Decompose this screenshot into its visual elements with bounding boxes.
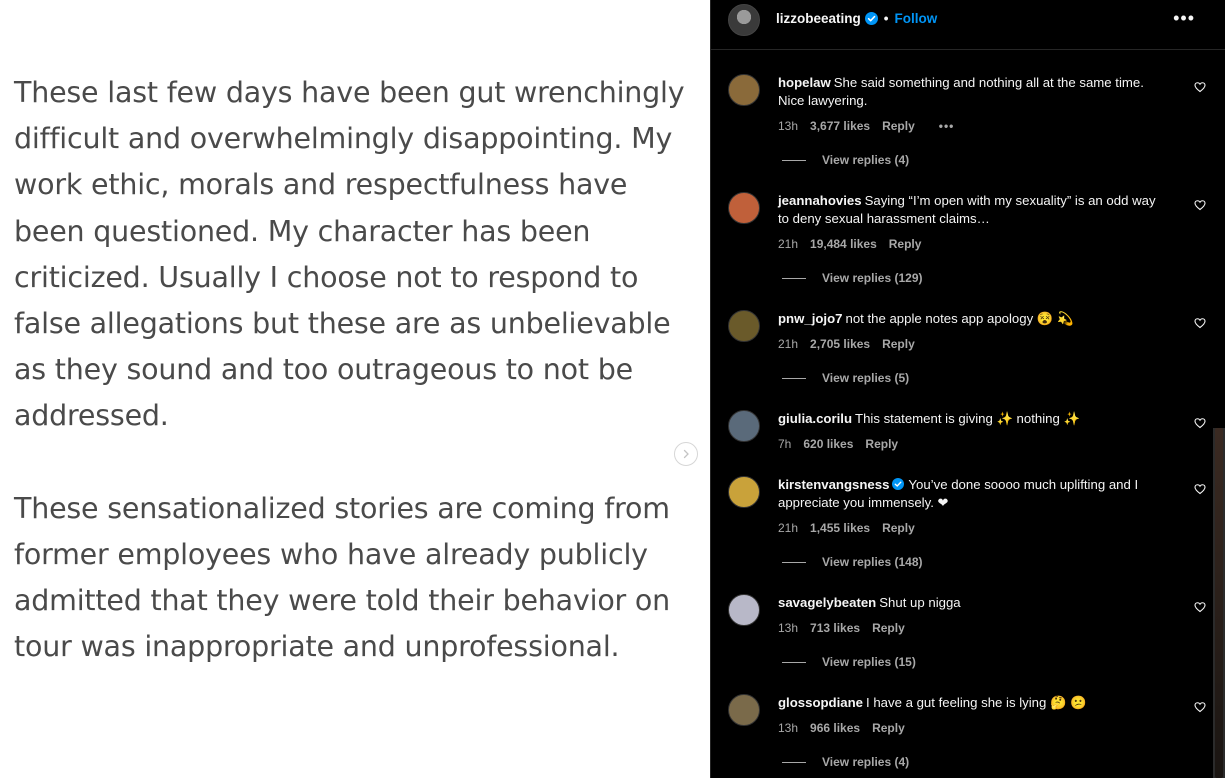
comment-text: not the apple notes app apology 😵 💫 xyxy=(845,311,1074,326)
view-replies-label: View replies (15) xyxy=(822,655,916,669)
replies-divider-line xyxy=(782,761,806,763)
commenter-username[interactable]: savagelybeaten xyxy=(778,595,876,610)
reply-button[interactable]: Reply xyxy=(865,435,898,453)
commenter-username[interactable]: glossopdiane xyxy=(778,695,863,710)
post-statement-text: These last few days have been gut wrench… xyxy=(14,70,694,716)
comment-text: She said something and nothing all at th… xyxy=(778,75,1144,108)
view-replies-button[interactable]: View replies (4) xyxy=(782,755,909,769)
commenter-avatar[interactable] xyxy=(728,192,760,224)
commenter-avatar[interactable] xyxy=(728,74,760,106)
more-options-icon[interactable]: ••• xyxy=(1173,8,1195,29)
reply-button[interactable]: Reply xyxy=(889,235,922,253)
verified-badge-icon xyxy=(892,478,905,490)
comment-text: This statement is giving ✨ nothing ✨ xyxy=(855,411,1080,426)
view-replies-button[interactable]: View replies (4) xyxy=(782,153,909,167)
reply-button[interactable]: Reply xyxy=(882,335,915,353)
comment-likes[interactable]: 19,484 likes xyxy=(810,235,877,253)
header-separator: • xyxy=(883,11,889,26)
comment-text: Shut up nigga xyxy=(879,595,961,610)
comments-panel: lizzobeeating • Follow ••• hopelaw She sa… xyxy=(710,0,1225,778)
author-username[interactable]: lizzobeeating xyxy=(776,11,861,26)
comment-likes[interactable]: 620 likes xyxy=(803,435,853,453)
like-heart-icon[interactable] xyxy=(1194,199,1206,211)
commenter-username[interactable]: giulia.corilu xyxy=(778,411,852,426)
commenter-username[interactable]: hopelaw xyxy=(778,75,831,90)
follow-button[interactable]: Follow xyxy=(895,11,938,26)
comment-time: 13h xyxy=(778,621,799,635)
comment-likes[interactable]: 2,705 likes xyxy=(810,335,870,353)
view-replies-button[interactable]: View replies (15) xyxy=(782,655,916,669)
view-replies-label: View replies (5) xyxy=(822,371,910,385)
post-paragraph-1: These last few days have been gut wrench… xyxy=(14,76,685,433)
commenter-username[interactable]: jeannahovies xyxy=(778,193,862,208)
replies-divider-line xyxy=(782,159,806,161)
reply-button[interactable]: Reply xyxy=(882,519,915,537)
chevron-right-icon xyxy=(683,449,689,459)
like-heart-icon[interactable] xyxy=(1194,601,1206,613)
post-header: lizzobeeating • Follow ••• xyxy=(711,0,1225,50)
comment-time: 21h xyxy=(778,237,799,251)
commenter-avatar[interactable] xyxy=(728,694,760,726)
like-heart-icon[interactable] xyxy=(1194,701,1206,713)
commenter-avatar[interactable] xyxy=(728,410,760,442)
commenter-username[interactable]: pnw_jojo7 xyxy=(778,311,842,326)
comment-time: 13h xyxy=(778,119,799,133)
commenter-avatar[interactable] xyxy=(728,310,760,342)
view-replies-label: View replies (4) xyxy=(822,755,910,769)
comment-time: 21h xyxy=(778,521,799,535)
author-avatar[interactable] xyxy=(728,4,760,36)
panel-scrollbar[interactable] xyxy=(1213,428,1225,778)
view-replies-button[interactable]: View replies (5) xyxy=(782,371,909,385)
commenter-username[interactable]: kirstenvangsness xyxy=(778,477,889,492)
commenter-avatar[interactable] xyxy=(728,594,760,626)
comment-likes[interactable]: 1,455 likes xyxy=(810,519,870,537)
post-paragraph-2: These sensationalized stories are coming… xyxy=(14,491,671,664)
post-image: These last few days have been gut wrench… xyxy=(0,0,710,778)
comment-time: 13h xyxy=(778,721,799,735)
comment-text: I have a gut feeling she is lying 🤔 😕 xyxy=(866,695,1087,710)
view-replies-button[interactable]: View replies (148) xyxy=(782,555,923,569)
view-replies-label: View replies (129) xyxy=(822,271,923,285)
replies-divider-line xyxy=(782,377,806,379)
reply-button[interactable]: Reply xyxy=(872,719,905,737)
replies-divider-line xyxy=(782,561,806,563)
replies-divider-line xyxy=(782,661,806,663)
comment-likes[interactable]: 3,677 likes xyxy=(810,117,870,135)
comment-likes[interactable]: 713 likes xyxy=(810,619,860,637)
like-heart-icon[interactable] xyxy=(1194,81,1206,93)
verified-badge-icon xyxy=(864,12,878,25)
view-replies-label: View replies (148) xyxy=(822,555,923,569)
next-slide-button[interactable] xyxy=(674,442,698,466)
comment-more-icon[interactable]: ••• xyxy=(939,117,955,135)
comment-time: 21h xyxy=(778,337,799,351)
like-heart-icon[interactable] xyxy=(1194,417,1206,429)
replies-divider-line xyxy=(782,277,806,279)
reply-button[interactable]: Reply xyxy=(882,117,915,135)
reply-button[interactable]: Reply xyxy=(872,619,905,637)
like-heart-icon[interactable] xyxy=(1194,317,1206,329)
comment-time: 7h xyxy=(778,437,792,451)
view-replies-button[interactable]: View replies (129) xyxy=(782,271,923,285)
view-replies-label: View replies (4) xyxy=(822,153,910,167)
commenter-avatar[interactable] xyxy=(728,476,760,508)
comment-likes[interactable]: 966 likes xyxy=(810,719,860,737)
like-heart-icon[interactable] xyxy=(1194,483,1206,495)
